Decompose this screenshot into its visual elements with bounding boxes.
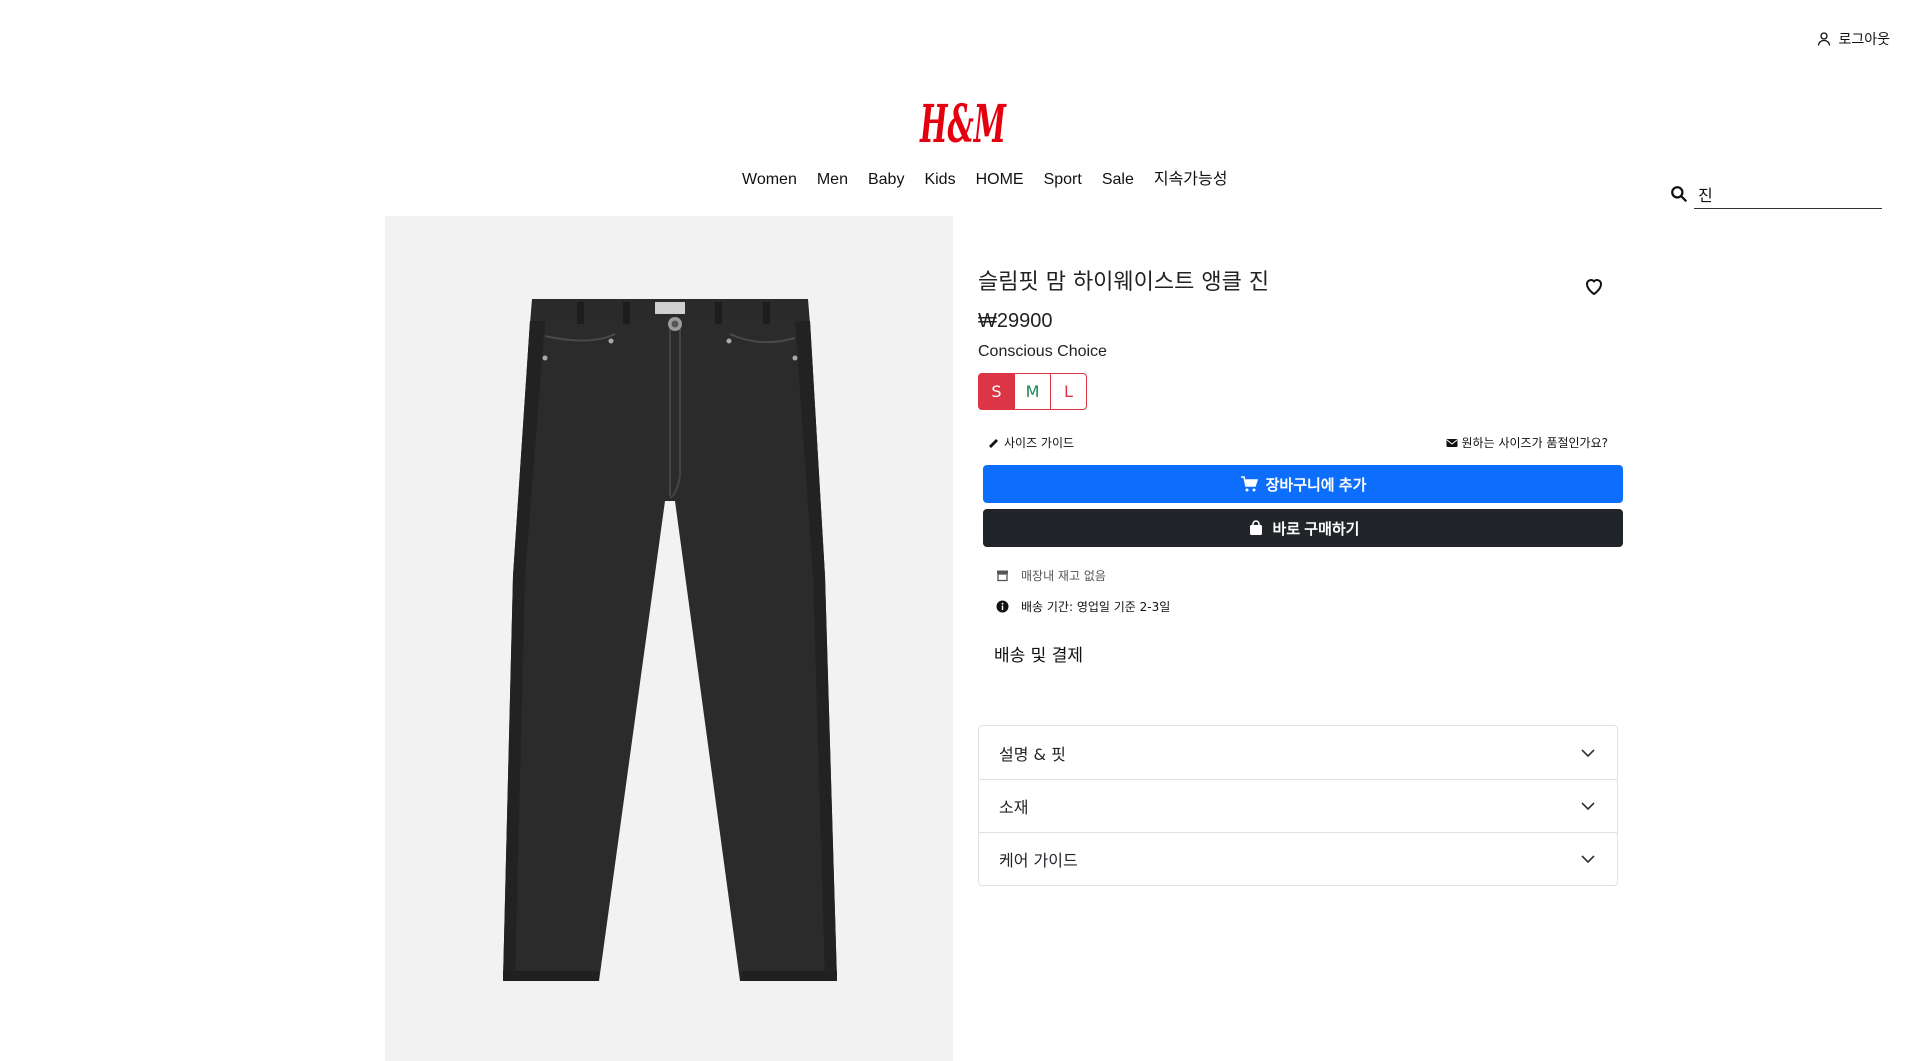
- product-details-accordion: 설명 & 핏 소재 케어 가이드: [978, 725, 1618, 886]
- logo-text: H&M: [919, 94, 1007, 152]
- nav-sustainability[interactable]: 지속가능성: [1144, 170, 1238, 190]
- nav-home[interactable]: HOME: [966, 170, 1034, 190]
- nav-kids[interactable]: Kids: [914, 170, 965, 190]
- shopping-bag-icon: [1249, 520, 1262, 535]
- cart-icon: [1240, 476, 1258, 492]
- size-helpers: 사이즈 가이드 원하는 사이즈가 품절인가요?: [978, 434, 1618, 451]
- nav-baby[interactable]: Baby: [858, 170, 914, 190]
- envelope-icon: [1446, 438, 1458, 447]
- jeans-image: [503, 299, 837, 981]
- size-option-m[interactable]: M: [1014, 373, 1051, 410]
- size-soldout-link[interactable]: 원하는 사이즈가 품절인가요?: [1446, 434, 1608, 451]
- info-icon: [996, 600, 1009, 613]
- chevron-down-icon: [1581, 802, 1595, 811]
- search-icon[interactable]: [1670, 185, 1688, 203]
- size-guide-label: 사이즈 가이드: [1004, 436, 1075, 450]
- nav-women[interactable]: Women: [732, 170, 807, 190]
- search-input[interactable]: [1694, 179, 1882, 209]
- ruler-icon: [989, 438, 998, 448]
- accordion-description-fit[interactable]: 설명 & 핏: [979, 726, 1617, 779]
- search-bar: [1670, 178, 1884, 210]
- product-price: ₩29900: [978, 310, 1053, 332]
- user-icon: [1818, 32, 1831, 46]
- size-option-s[interactable]: S: [978, 373, 1015, 410]
- product-info: 슬림핏 맘 하이웨이스트 앵클 진 ₩29900 Conscious Choic…: [978, 264, 1623, 666]
- delivery-info: 배송 기간: 영업일 기준 2-3일: [978, 598, 1618, 615]
- shipping-payment-heading[interactable]: 배송 및 결제: [978, 641, 1618, 666]
- buy-now-label: 바로 구매하기: [1272, 520, 1360, 538]
- logout-label: 로그아웃: [1838, 32, 1890, 48]
- store-stock-text: 매장내 재고 없음: [1021, 569, 1106, 583]
- chevron-down-icon: [1581, 855, 1595, 864]
- add-to-cart-label: 장바구니에 추가: [1265, 476, 1367, 494]
- accordion-label: 케어 가이드: [999, 851, 1078, 870]
- size-selector: S M L: [978, 373, 1618, 410]
- accordion-material[interactable]: 소재: [979, 779, 1617, 832]
- size-option-l[interactable]: L: [1050, 373, 1087, 410]
- size-guide-link[interactable]: 사이즈 가이드: [988, 434, 1074, 451]
- delivery-text: 배송 기간: 영업일 기준 2-3일: [1021, 600, 1171, 614]
- size-soldout-label: 원하는 사이즈가 품절인가요?: [1461, 436, 1608, 450]
- accordion-label: 설명 & 핏: [999, 744, 1066, 764]
- nav-sport[interactable]: Sport: [1034, 170, 1092, 190]
- product-title: 슬림핏 맘 하이웨이스트 앵클 진: [978, 270, 1270, 295]
- chevron-down-icon: [1581, 748, 1595, 757]
- main-nav: Women Men Baby Kids HOME Sport Sale 지속가능…: [732, 170, 1237, 190]
- accordion-care-guide[interactable]: 케어 가이드: [979, 832, 1617, 885]
- buy-now-button[interactable]: 바로 구매하기: [983, 509, 1623, 547]
- store-stock-status: 매장내 재고 없음: [978, 567, 1618, 584]
- hm-logo[interactable]: H&M: [918, 92, 1008, 155]
- product-image: [385, 216, 953, 1061]
- heart-icon[interactable]: [1582, 274, 1606, 298]
- add-to-cart-button[interactable]: 장바구니에 추가: [983, 465, 1623, 503]
- accordion-label: 소재: [999, 798, 1029, 817]
- conscious-tag: Conscious Choice: [978, 343, 1107, 360]
- logout-link[interactable]: 로그아웃: [1816, 29, 1890, 49]
- nav-men[interactable]: Men: [807, 170, 858, 190]
- nav-sale[interactable]: Sale: [1092, 170, 1144, 190]
- store-icon: [997, 570, 1008, 582]
